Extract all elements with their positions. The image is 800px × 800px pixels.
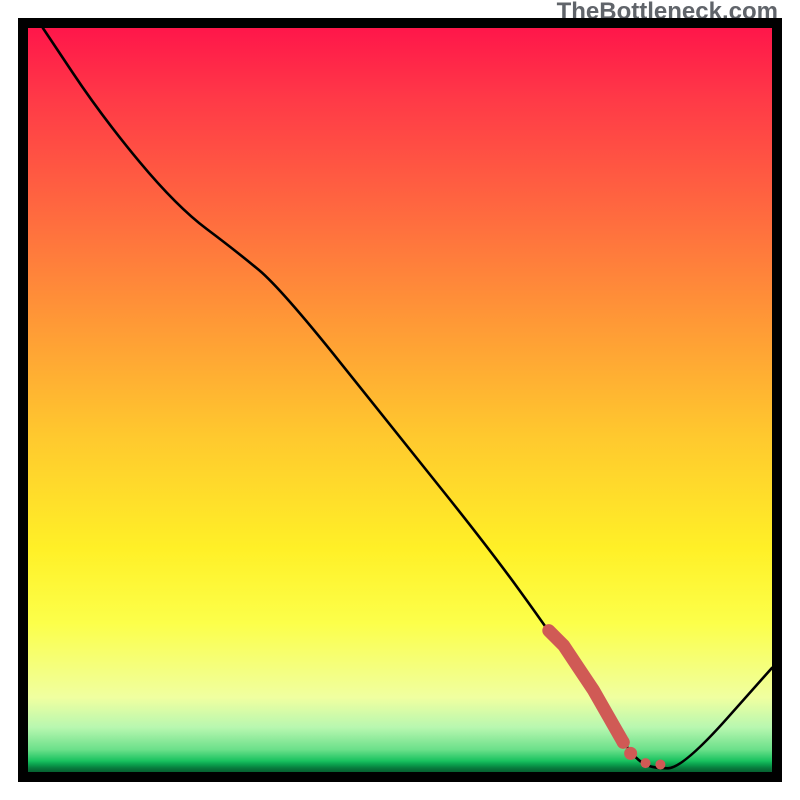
bottleneck-curve: [43, 28, 772, 768]
highlight-dot: [655, 760, 665, 770]
highlight-segment-dots: [617, 736, 666, 770]
highlight-dot: [624, 747, 637, 760]
highlight-segment-stroke: [549, 631, 623, 743]
highlight-dot: [641, 758, 651, 768]
chart-svg: [28, 28, 772, 772]
chart-frame: [18, 18, 782, 782]
chart-plot-area: [28, 28, 772, 772]
highlight-dot: [617, 736, 630, 749]
